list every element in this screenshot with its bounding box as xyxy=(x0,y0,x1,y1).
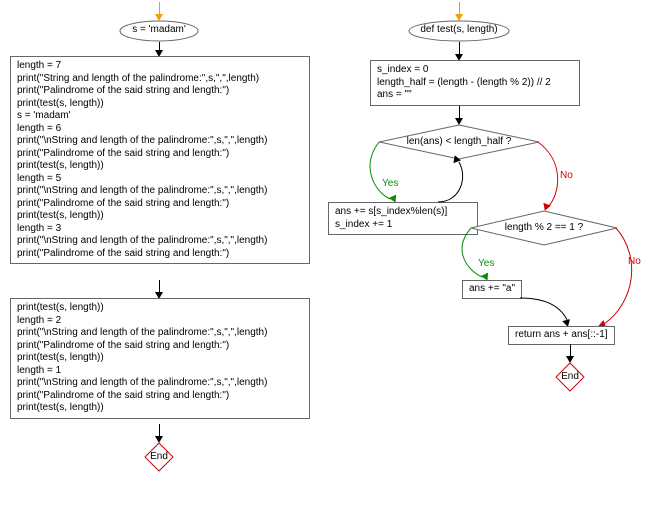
right-init-block: s_index = 0 length_half = (length - (len… xyxy=(370,60,580,106)
left-code-block-1: length = 7 print("String and length of t… xyxy=(10,56,310,264)
right-return-block: return ans + ans[::-1] xyxy=(508,326,615,345)
right-cond2-no-label: No xyxy=(628,256,641,269)
right-loop-back-curve xyxy=(438,158,478,204)
right-cond1-no-curve xyxy=(520,142,560,212)
right-end-label: End xyxy=(555,371,585,384)
right-cond1-no-label: No xyxy=(560,170,573,183)
right-append-a-block: ans += "a" xyxy=(462,280,522,299)
right-cond1-yes-label: Yes xyxy=(382,178,398,191)
right-loop-body-block: ans += s[s_index%len(s)] s_index += 1 xyxy=(328,202,478,235)
right-cond2-yes-label: Yes xyxy=(478,258,494,271)
right-cond2-no-curve xyxy=(604,228,634,328)
flowchart-canvas: s = 'madam' length = 7 print("String and… xyxy=(0,0,647,505)
right-cond1-yes-curve xyxy=(378,142,408,202)
left-code-block-2: print(test(s, length)) length = 2 print(… xyxy=(10,298,310,419)
right-cond2-yes-curve xyxy=(470,228,500,280)
left-end-label: End xyxy=(144,451,174,464)
left-start-label: s = 'madam' xyxy=(119,24,199,37)
right-start-label: def test(s, length) xyxy=(408,24,510,37)
